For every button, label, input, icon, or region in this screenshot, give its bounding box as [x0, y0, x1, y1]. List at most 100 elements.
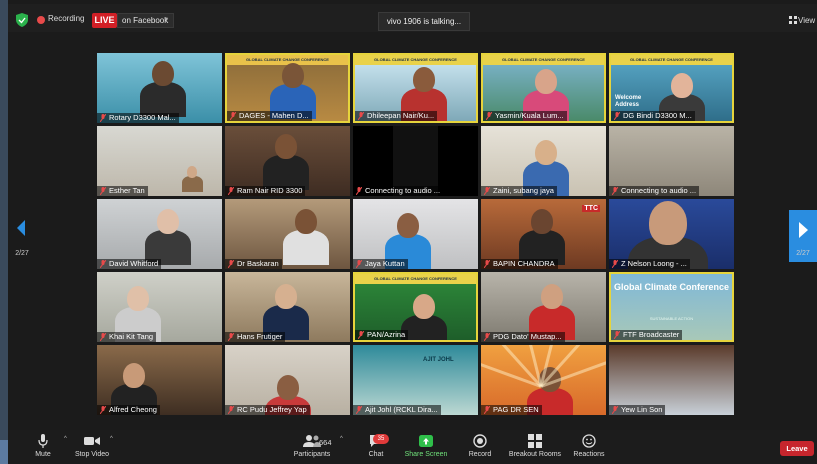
stop-video-button[interactable]: Stop Video ^: [70, 434, 114, 458]
view-button[interactable]: View: [798, 16, 815, 25]
person-head: [295, 209, 317, 235]
recording-label: Recording: [48, 14, 85, 23]
participant-name: DG Bindi D3300 M...: [611, 111, 695, 121]
ftf-subtitle: SUSTAINABLE ACTION: [649, 316, 694, 321]
person-head: [277, 375, 299, 401]
share-screen-button[interactable]: Share Screen: [404, 434, 448, 458]
participant-count: 664: [319, 438, 332, 447]
stream-target-label: on Facebook: [122, 16, 169, 25]
breakout-rooms-button[interactable]: Breakout Rooms: [508, 434, 562, 458]
welcome-text: Welcome Address: [615, 95, 642, 108]
participant-name: Zaini, subang jaya: [481, 186, 557, 196]
meeting-toolbar: Mute ^ Stop Video ^ Participants Chat Sh…: [8, 430, 817, 464]
participant-tile[interactable]: Khai Kit Tang: [97, 272, 222, 342]
participant-tile[interactable]: TTC BAPIN CHANDRA: [481, 199, 606, 269]
stream-target-dropdown[interactable]: on Facebook ▼: [117, 13, 174, 28]
participant-name: Alfred Cheong: [97, 405, 160, 415]
participant-tile[interactable]: Ram Nair RID 3300: [225, 126, 350, 196]
participant-tile[interactable]: Dr Baskaran: [225, 199, 350, 269]
participant-tile[interactable]: Z Nelson Loong - ...: [609, 199, 734, 269]
participant-tile[interactable]: PDG Dato' Mustap...: [481, 272, 606, 342]
share-screen-icon: [419, 435, 433, 447]
person-body: [181, 175, 203, 192]
ajit-name-card: AJIT JOHL: [423, 357, 454, 363]
participant-name: Ajit Johl (RCKL Dira...: [353, 405, 441, 415]
participant-name: Yasmin/Kuala Lum...: [483, 111, 567, 121]
chevron-down-icon: ▼: [163, 17, 169, 23]
person-head: [531, 209, 553, 235]
participant-tile[interactable]: GLOBAL CLIMATE CHANGE CONFERENCE PAN/Azri…: [353, 272, 478, 342]
participant-tile[interactable]: Jaya Kuttan: [353, 199, 478, 269]
muted-mic-icon: [358, 331, 364, 339]
participant-name: RC Pudu Jeffrey Yap: [225, 405, 310, 415]
muted-mic-icon: [100, 114, 106, 122]
muted-mic-icon: [484, 187, 490, 195]
participant-tile[interactable]: GLOBAL CLIMATE CHANGE CONFERENCE DAGES - …: [225, 53, 350, 123]
person-head: [187, 166, 197, 178]
participant-tile[interactable]: AJIT JOHL Ajit Johl (RCKL Dira...: [353, 345, 478, 415]
chevron-up-icon[interactable]: ^: [64, 436, 67, 442]
participant-tile[interactable]: Zaini, subang jaya: [481, 126, 606, 196]
participant-tile[interactable]: Hans Frutiger: [225, 272, 350, 342]
shield-icon[interactable]: [16, 13, 28, 27]
participant-name: David Whitford: [97, 259, 162, 269]
page-indicator-right: 2/27: [796, 250, 810, 257]
participant-tile[interactable]: GLOBAL CLIMATE CHANGE CONFERENCE Welcome …: [609, 53, 734, 123]
top-bar: Recording LIVE on Facebook ▼ vivo 1906 is…: [8, 4, 817, 32]
participant-tile[interactable]: Esther Tan: [97, 126, 222, 196]
stop-video-label: Stop Video: [74, 451, 110, 458]
window-edge: [0, 0, 8, 464]
muted-mic-icon: [100, 187, 106, 195]
muted-mic-icon: [614, 112, 620, 120]
participant-tile[interactable]: Global Climate Conference SUSTAINABLE ACT…: [609, 272, 734, 342]
person-head: [127, 286, 149, 312]
zoom-window: Recording LIVE on Facebook ▼ vivo 1906 is…: [0, 0, 817, 464]
reactions-label: Reactions: [573, 451, 605, 458]
grid-view-icon[interactable]: [789, 16, 797, 24]
participant-tile[interactable]: PAG DR SEN: [481, 345, 606, 415]
person-head: [535, 140, 557, 166]
participant-name: Connecting to audio ...: [353, 186, 444, 196]
chat-label: Chat: [368, 451, 384, 458]
participant-tile[interactable]: GLOBAL CLIMATE CHANGE CONFERENCE Dhileepa…: [353, 53, 478, 123]
participants-label: Participants: [293, 451, 331, 458]
muted-mic-icon: [100, 260, 106, 268]
person-body: [262, 154, 310, 191]
record-button[interactable]: Record: [465, 434, 495, 458]
reactions-button[interactable]: Reactions: [571, 434, 607, 458]
chevron-up-icon[interactable]: ^: [110, 436, 113, 442]
mute-label: Mute: [35, 451, 51, 458]
video-camera-icon: [84, 437, 100, 445]
participant-tile[interactable]: Connecting to audio ...: [609, 126, 734, 196]
muted-mic-icon: [228, 406, 234, 414]
chevron-up-icon[interactable]: ^: [340, 436, 343, 442]
participant-name: Ram Nair RID 3300: [225, 186, 306, 196]
participant-tile[interactable]: Yew Lin Son: [609, 345, 734, 415]
muted-mic-icon: [358, 112, 364, 120]
person-head: [275, 134, 297, 160]
participant-tile[interactable]: David Whitford: [97, 199, 222, 269]
leave-button[interactable]: Leave: [780, 441, 814, 456]
muted-mic-icon: [100, 333, 106, 341]
previous-page-button[interactable]: 2/27: [8, 210, 36, 262]
muted-mic-icon: [228, 333, 234, 341]
muted-mic-icon: [228, 260, 234, 268]
muted-mic-icon: [228, 187, 234, 195]
person-body: [139, 81, 187, 118]
muted-mic-icon: [484, 260, 490, 268]
participant-name: Rotary D3300 Mal...: [97, 113, 179, 123]
next-page-button[interactable]: 2/27: [789, 210, 817, 262]
live-badge[interactable]: LIVE: [92, 13, 117, 28]
muted-mic-icon: [614, 331, 620, 339]
person-head: [413, 67, 435, 93]
participant-tile[interactable]: RC Pudu Jeffrey Yap: [225, 345, 350, 415]
participant-name: DAGES - Mahen D...: [227, 111, 312, 121]
person-head: [152, 61, 174, 87]
mute-button[interactable]: Mute ^: [26, 434, 67, 458]
participant-tile[interactable]: Alfred Cheong: [97, 345, 222, 415]
person-head: [541, 284, 563, 310]
participant-tile[interactable]: GLOBAL CLIMATE CHANGE CONFERENCE Yasmin/K…: [481, 53, 606, 123]
participant-tile[interactable]: Rotary D3300 Mal...: [97, 53, 222, 123]
participant-name: BAPIN CHANDRA: [481, 259, 558, 269]
participant-tile[interactable]: Connecting to audio ...: [353, 126, 478, 196]
